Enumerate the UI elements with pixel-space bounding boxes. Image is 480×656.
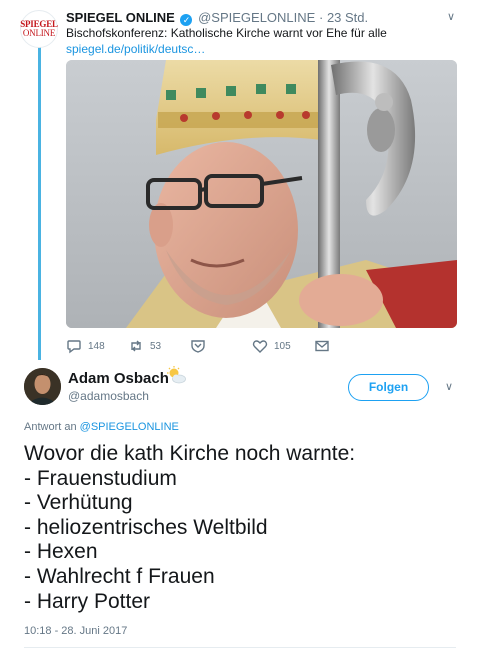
- parent-author-handle[interactable]: @SPIEGELONLINE: [198, 10, 315, 25]
- parent-tweet[interactable]: SPIEGEL ONLINE SPIEGEL ONLINE ✓ @SPIEGEL…: [0, 0, 480, 364]
- tweet-list-item: - Wahlrecht f Frauen: [24, 564, 215, 588]
- reply-to-prefix: Antwort an: [24, 421, 77, 433]
- chevron-down-icon[interactable]: ∨: [442, 380, 456, 394]
- reply-count: 148: [88, 340, 105, 352]
- thread-connector-line: [38, 46, 41, 364]
- reply-timestamp[interactable]: 10:18 - 28. Juni 2017: [24, 625, 127, 637]
- reply-to-line: Antwort an @SPIEGELONLINE: [24, 421, 179, 433]
- reply-author-name[interactable]: Adam Osbach: [68, 370, 169, 387]
- spiegel-online-avatar[interactable]: SPIEGEL ONLINE: [20, 10, 58, 48]
- retweet-action[interactable]: 53: [128, 336, 161, 356]
- divider: [24, 647, 456, 648]
- header-separator: ·: [318, 10, 324, 25]
- bishop-photo-illustration: [66, 60, 457, 328]
- parent-tweet-header: SPIEGEL ONLINE ✓ @SPIEGELONLINE · 23 Std…: [66, 10, 368, 26]
- direct-message-action[interactable]: [190, 336, 212, 356]
- reply-author-handle[interactable]: @adamosbach: [68, 389, 149, 403]
- reply-to-mention[interactable]: @SPIEGELONLINE: [80, 421, 179, 433]
- parent-tweet-link[interactable]: spiegel.de/politik/deutsc…: [66, 42, 205, 56]
- avatar-logo-line-2: ONLINE: [22, 28, 56, 38]
- like-count: 105: [274, 340, 291, 352]
- tweet-list-item: - Frauenstudium: [24, 466, 177, 490]
- tweet-photo-bishop[interactable]: [66, 60, 457, 328]
- tweet-list-item: - Hexen: [24, 540, 98, 564]
- reply-action[interactable]: 148: [66, 336, 105, 356]
- heart-icon: [252, 340, 268, 353]
- parent-tweet-text: Bischofskonferenz: Katholische Kirche wa…: [66, 26, 387, 40]
- avatar-photo: [24, 368, 61, 405]
- retweet-count: 53: [150, 340, 162, 352]
- sun-behind-cloud-icon: [167, 366, 186, 384]
- follow-button[interactable]: Folgen: [348, 374, 429, 401]
- parent-tweet-actions: 148 53 105: [66, 336, 466, 356]
- shield-dm-icon: [191, 340, 205, 353]
- retweet-icon: [131, 340, 141, 352]
- reply-tweet-text: Wovor die kath Kirche noch warnte: - Fra…: [24, 442, 464, 614]
- tweet-list-item: - Harry Potter: [24, 589, 151, 613]
- like-action[interactable]: 105: [252, 336, 291, 356]
- reply-icon: [67, 340, 81, 354]
- envelope-icon: [315, 340, 329, 352]
- mail-action[interactable]: [314, 336, 336, 356]
- reply-tweet[interactable]: Adam Osbach @adamosbach Folgen ∨ Antwort…: [0, 360, 480, 656]
- verified-badge-icon: ✓: [180, 14, 193, 26]
- chevron-down-icon[interactable]: ∨: [444, 10, 458, 24]
- adam-osbach-avatar[interactable]: [24, 368, 61, 405]
- parent-tweet-time[interactable]: 23 Std.: [327, 10, 368, 25]
- parent-author-name[interactable]: SPIEGEL ONLINE: [66, 10, 175, 25]
- tweet-list-item: - Verhütung: [24, 491, 133, 515]
- tweet-line-heading: Wovor die kath Kirche noch warnte:: [24, 442, 356, 465]
- tweet-list-item: - heliozentrisches Weltbild: [24, 515, 268, 539]
